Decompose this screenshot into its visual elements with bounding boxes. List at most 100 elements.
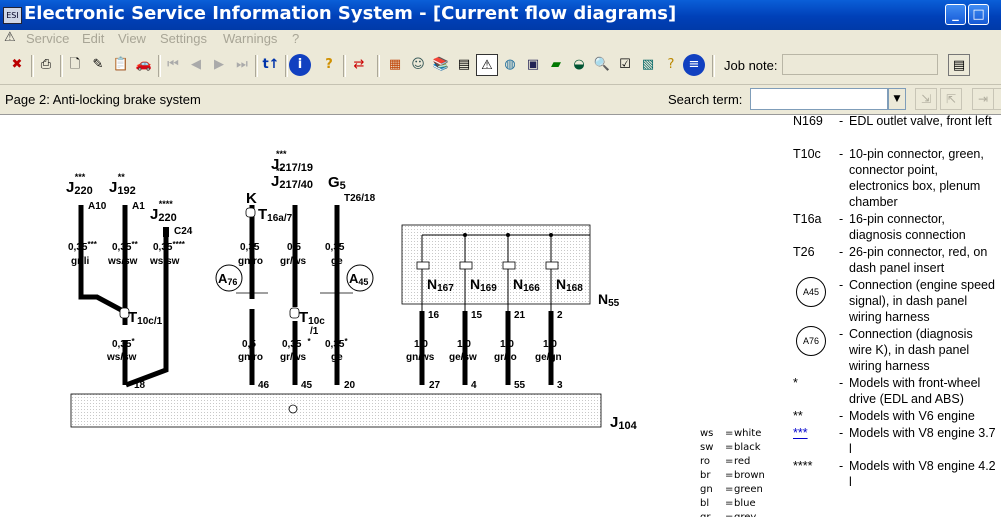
label-t10c-pin: /1 [310,326,319,337]
books-icon[interactable]: 📚 [430,54,452,76]
pin-label: 20 [344,380,356,391]
component-desc: 26-pin connector, red, on dash panel ins… [849,245,988,275]
vehicle-icon[interactable]: 🚗 [133,54,155,76]
menu-help[interactable]: ? [292,31,299,46]
wiring-diagram: J104 N55 N167 N169 N166 N168 J220*** J19… [66,149,638,432]
maximize-button[interactable]: □ [968,4,989,25]
globe-icon[interactable]: ◍ [499,54,521,76]
job-note-label: Job note: [724,58,778,73]
wire-label-size: 0,35 [325,242,345,253]
network-icon[interactable]: ≡ [683,54,705,76]
wire-label-size: 1,0 [457,339,471,350]
toolbar-separator [343,55,346,77]
control-unit-j104-box [70,393,602,428]
component-code: N169 [793,115,823,128]
label-c24: C24 [174,226,193,237]
wire-label-color: gn/ro [238,352,263,363]
workshop-icon[interactable]: ▦ [384,54,406,76]
wire-label-color: gn/ws [406,352,435,363]
pin-label: 2 [557,310,563,321]
component-code: T10c [793,147,821,161]
component-desc: Connection (diagnosis wire K), in dash p… [849,327,973,373]
car-search-icon[interactable]: 🔍 [591,54,613,76]
label-t10c-1: T10c/1 [128,309,163,327]
wire-label-size: 0,35* [112,337,135,350]
swap-icon[interactable]: ⇄ [348,54,370,76]
toolbar: ✖ ⎙ 🗋 ✎ 📋 🚗 ⏮ ◀ ▶ ⏭ t↑ i ? ⇄ ▦ ☺ 📚 ▤ ⚠ ◍… [0,49,1001,85]
toolbar-separator [158,55,161,77]
notes-icon[interactable]: ▤ [948,54,970,76]
footnote-link[interactable]: *** [793,425,808,441]
wire-label-size: 1,0 [500,339,514,350]
wire-label-color: ws/sw [107,256,138,267]
warning-icon: ⚠ [4,30,16,45]
wire-label-size: 0,5 [242,339,256,350]
color-code: ws [700,428,714,439]
component-code: ** [793,409,803,423]
manual-icon[interactable]: ▧ [637,54,659,76]
label-a10: A10 [88,201,107,212]
car-green-icon[interactable]: ◒ [568,54,590,76]
title-bar: ESI Electronic Service Information Syste… [0,0,1001,30]
color-name: blue [734,498,756,509]
wire-label-color: gr/ro [494,352,517,363]
previous-page-icon[interactable]: ◀ [185,54,207,76]
save-icon[interactable]: ▣ [522,54,544,76]
component-desc: Models with V8 engine 4.2 l [849,459,996,489]
help-document-icon[interactable]: ? [660,54,682,76]
menu-warnings[interactable]: Warnings [223,31,277,46]
color-name: grey [734,511,756,517]
component-code: T16a [793,212,822,226]
toolbar-separator [377,55,380,77]
document-list-icon[interactable]: ▤ [453,54,475,76]
minimize-button[interactable]: _ [945,4,966,25]
edit-document-icon[interactable]: ✎ [87,54,109,76]
wire-label-size: 0,35**** [153,240,186,253]
pin-label: 45 [301,380,313,391]
wire-label-color: ge [331,256,343,267]
menu-service[interactable]: Service [26,31,69,46]
job-note-field[interactable] [782,54,938,75]
label-j192: J192** [109,172,136,197]
clipboard-icon[interactable]: 📋 [110,54,132,76]
wire-label-color: ge/sw [449,352,477,363]
menu-edit[interactable]: Edit [82,31,104,46]
chevron-down-icon[interactable]: ▼ [888,88,906,110]
label-t16a: T16a/7 [258,206,293,224]
first-page-icon[interactable]: ⏮ [162,54,184,76]
checklist-icon[interactable]: ☑ [614,54,636,76]
wire-label-color: gr/ws [280,352,307,363]
label-n55: N55 [598,291,620,309]
color-name: black [734,442,761,453]
last-page-icon[interactable]: ⏭ [231,54,253,76]
help-icon[interactable]: ? [318,54,340,76]
next-page-icon[interactable]: ▶ [208,54,230,76]
pin-label: 15 [471,310,483,321]
exit-icon[interactable]: ✖ [6,54,28,76]
expand-icon[interactable]: ⇥ [972,88,994,110]
search-label: Search term: [668,92,743,107]
search-input[interactable] [750,88,888,110]
person-icon[interactable]: ☺ [407,54,429,76]
menu-settings[interactable]: Settings [160,31,207,46]
color-code: sw [700,442,714,453]
book-icon[interactable]: ▰ [545,54,567,76]
wire-label-color: gn/ro [238,256,263,267]
info-icon[interactable]: i [289,54,311,76]
menu-view[interactable]: View [118,31,146,46]
window-title: Electronic Service Information System - … [24,3,677,24]
up-level-icon[interactable]: t↑ [260,54,282,76]
color-name: white [734,428,762,439]
new-document-icon[interactable]: 🗋 [64,54,86,76]
color-code: ro [700,456,711,467]
print-icon[interactable]: ⎙ [35,54,57,76]
warning-toolbar-icon[interactable]: ⚠ [476,54,498,76]
wire-label-size: 0,5 [287,242,301,253]
search-next-icon[interactable]: ⇲ [915,88,937,110]
label-g5: G5 [328,174,346,192]
collapse-icon[interactable] [993,88,1001,110]
wire-label-size: 1,0 [543,339,557,350]
wire-label-color: ws/sw [149,256,180,267]
search-previous-icon[interactable]: ⇱ [940,88,962,110]
diagram-viewer[interactable]: J104 N55 N167 N169 N166 N168 J220*** J19… [0,115,1001,517]
